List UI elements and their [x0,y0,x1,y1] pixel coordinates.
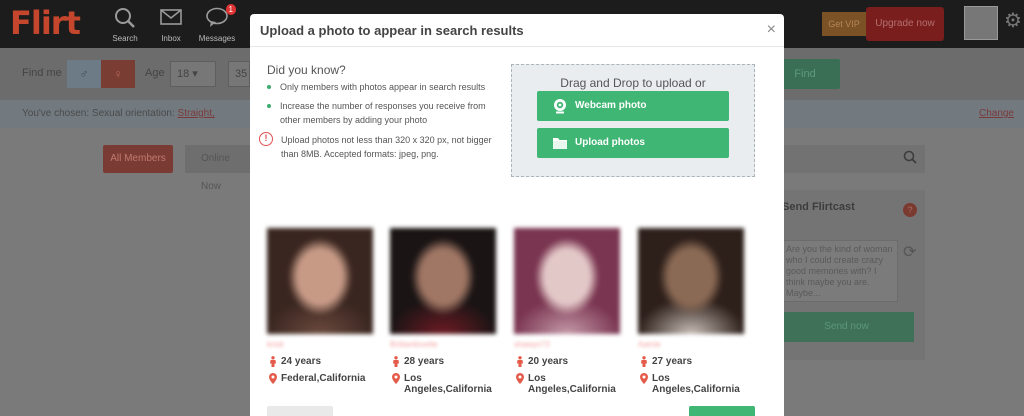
nav-search[interactable]: Search [102,6,148,43]
gear-icon[interactable]: ⚙ [1004,8,1022,33]
flirtcast-title: Send Flirtcast [782,201,855,213]
upload-photos-button[interactable]: Upload photos [537,128,729,158]
webcam-photo-label: Webcam photo [575,100,647,111]
modal-title: Upload a photo to appear in search resul… [260,23,524,38]
male-toggle[interactable]: ♂ [67,60,101,88]
person-icon [641,356,647,367]
upload-photo-modal: Upload a photo to appear in search resul… [250,14,784,416]
member-photo[interactable] [390,228,496,334]
member-username[interactable]: Aamie [638,340,744,349]
map-pin-icon [640,373,648,384]
photo-dropzone[interactable]: Drag and Drop to upload or Webcam photo … [511,64,755,177]
member-age-text: 27 years [652,356,693,367]
refresh-icon[interactable]: ⟳ [903,242,916,262]
info-bullet: Only members with photos appear in searc… [267,80,507,94]
person-icon [393,356,399,367]
info-bullet-text: Increase the number of responses you rec… [280,101,486,125]
webcam-photo-button[interactable]: Webcam photo [537,91,729,121]
member-card[interactable]: Aamie 27 years Los Angeles,California [638,228,744,395]
male-icon: ♂ [79,67,89,81]
modal-header: Upload a photo to appear in search resul… [250,14,784,47]
member-location: Los Angeles,California [514,373,620,395]
age-from-value: 18 [177,68,190,80]
change-filters-link[interactable]: Change [979,108,1014,119]
member-username[interactable]: kristi [267,340,373,349]
member-location: Los Angeles,California [390,373,496,395]
help-icon[interactable]: ? [903,203,917,217]
search-icon [903,150,917,167]
warning-icon: ! [259,132,273,146]
member-card[interactable]: Brittanilovelie 28 years Los Angeles,Cal… [390,228,496,395]
member-photo[interactable] [638,228,744,334]
map-pin-icon [516,373,524,384]
did-you-know-heading: Did you know? [267,63,346,77]
person-icon [517,356,523,367]
site-logo[interactable]: Flirt [10,4,81,42]
member-age-text: 20 years [528,356,569,367]
nav-messages-label: Messages [198,34,236,43]
vip-promo-button[interactable]: Get VIP [822,12,866,36]
member-photo[interactable] [267,228,373,334]
member-search-button[interactable] [783,145,925,173]
close-icon[interactable]: × [767,21,776,39]
member-photo[interactable] [514,228,620,334]
envelope-icon [148,6,194,34]
nav-inbox-label: Inbox [161,34,181,43]
find-me-label: Find me [22,67,62,79]
info-bullet-text: Only members with photos appear in searc… [280,82,486,92]
upload-requirements-text: Upload photos not less than 320 x 320 px… [281,135,492,159]
chosen-prefix: You've chosen: Sexual orientation: [22,108,178,119]
member-age: 24 years [267,356,373,367]
modal-primary-button[interactable] [689,406,755,416]
map-pin-icon [269,373,277,384]
search-icon [102,6,148,34]
member-age-text: 28 years [404,356,445,367]
bullet-dot-icon [267,85,271,89]
flirtcast-panel: Send Flirtcast ? Are you the kind of wom… [770,190,925,360]
flirtcast-message[interactable]: Are you the kind of woman who I could cr… [782,240,898,302]
orientation-link[interactable]: Straight, [178,108,215,119]
info-bullet: Increase the number of responses you rec… [267,99,507,127]
modal-secondary-button[interactable] [267,406,333,416]
member-card[interactable]: shawyn72 20 years Los Angeles,California [514,228,620,395]
member-age: 27 years [638,356,744,367]
age-to-value: 35 [235,68,248,80]
messages-count-badge: 1 [225,4,236,15]
tab-online-now[interactable]: Online Now [185,145,251,192]
member-card[interactable]: kristi 24 years Federal,California [267,228,373,384]
member-age: 20 years [514,356,620,367]
folder-icon [553,138,567,149]
member-location-text: Los Angeles,California [652,373,740,395]
member-username[interactable]: Brittanilovelie [390,340,496,349]
map-pin-icon [392,373,400,384]
nav-inbox[interactable]: Inbox [148,6,194,43]
tab-all-members[interactable]: All Members [103,145,173,173]
upgrade-now-button[interactable]: Upgrade now [866,7,944,41]
user-avatar[interactable] [964,6,998,40]
member-location-text: Federal,California [281,373,366,384]
send-now-button[interactable]: Send now [779,312,914,342]
webcam-icon [554,99,566,114]
member-location-text: Los Angeles,California [528,373,616,395]
age-to-select[interactable]: 35 [228,61,250,87]
member-location: Los Angeles,California [638,373,744,395]
member-username[interactable]: shawyn72 [514,340,620,349]
female-toggle[interactable]: ♀ [101,60,135,88]
person-icon [270,356,276,367]
female-icon: ♀ [113,67,123,81]
age-from-select[interactable]: 18 ▾ [170,61,216,87]
upload-photos-label: Upload photos [575,137,645,148]
member-location-text: Los Angeles,California [404,373,492,395]
bullet-dot-icon [267,104,271,108]
nav-search-label: Search [112,34,138,43]
member-age-text: 24 years [281,356,322,367]
member-location: Federal,California [267,373,373,384]
dropzone-title: Drag and Drop to upload or [560,76,706,90]
nav-messages[interactable]: Messages 1 [194,4,240,43]
member-age: 28 years [390,356,496,367]
age-label: Age [145,67,165,79]
